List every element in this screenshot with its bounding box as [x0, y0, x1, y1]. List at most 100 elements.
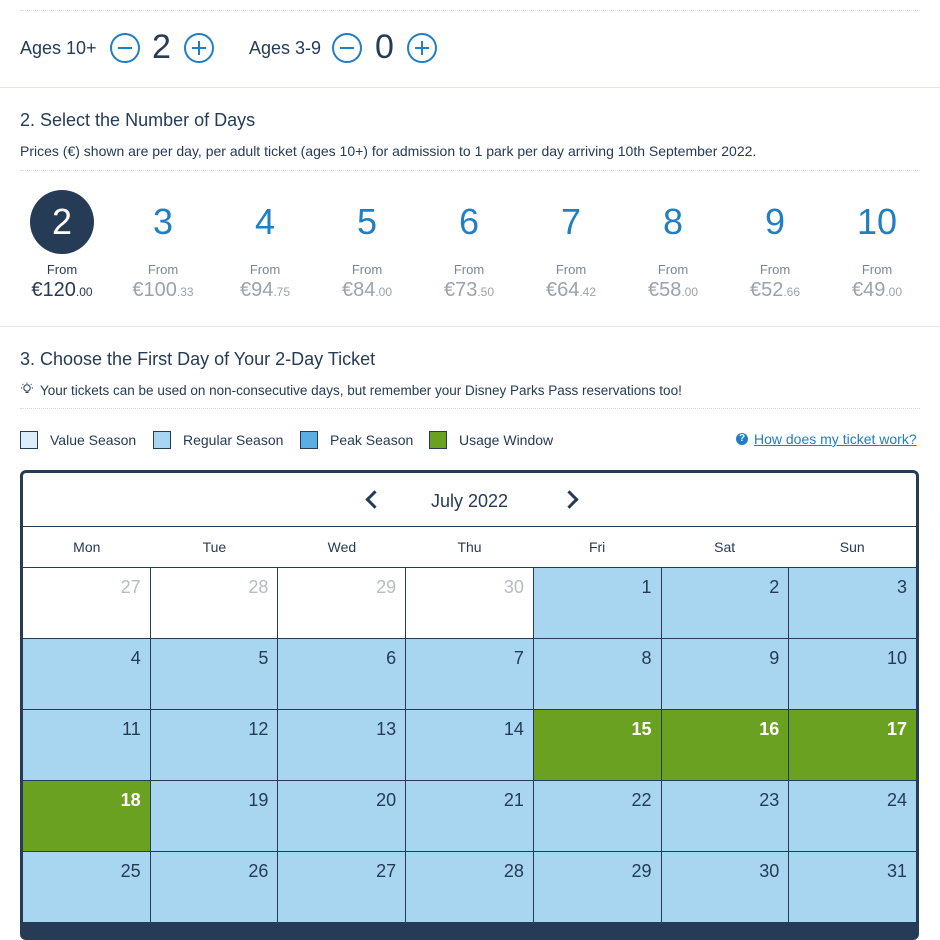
how-ticket-works-link[interactable]: How does my ticket work?: [754, 431, 917, 447]
day-option-7[interactable]: 7 From €64.42: [526, 190, 616, 302]
weekday-fri: Fri: [588, 539, 606, 555]
calendar-day[interactable]: 26: [150, 852, 278, 922]
calendar-day[interactable]: 18: [23, 781, 150, 851]
lightbulb-icon: [20, 382, 34, 399]
day-number: 7: [513, 648, 524, 668]
calendar-day[interactable]: 6: [278, 639, 406, 709]
legend-peak-season: Peak Season: [300, 430, 413, 450]
ticket-help[interactable]: ? How does my ticket work?: [736, 431, 917, 447]
calendar-day[interactable]: 14: [406, 710, 533, 780]
day-number: 27: [376, 861, 397, 881]
from-label: From: [555, 262, 587, 277]
calendar-day[interactable]: 29: [533, 852, 661, 922]
calendar-day[interactable]: 16: [661, 710, 789, 780]
from-label: From: [657, 262, 689, 277]
day-option-3[interactable]: 3 From €100.33: [118, 190, 208, 302]
child-count: 0: [375, 28, 394, 66]
price-euros: €73: [443, 279, 478, 301]
day-number: 10: [886, 648, 907, 668]
day-option-9[interactable]: 9 From €52.66: [730, 190, 820, 302]
day-number: 22: [631, 790, 652, 810]
day-number: 2: [769, 577, 780, 597]
calendar-day[interactable]: 21: [406, 781, 533, 851]
calendar-day[interactable]: 30: [661, 852, 789, 922]
day-number: 6: [386, 648, 397, 668]
calendar-day[interactable]: 2: [661, 568, 789, 638]
calendar-day: 27: [23, 568, 150, 638]
day-number: 15: [631, 719, 652, 739]
first-day-tip: Your tickets can be used on non-consecut…: [20, 382, 682, 399]
calendar-day[interactable]: 19: [150, 781, 278, 851]
day-option-4[interactable]: 4 From €94.75: [220, 190, 310, 302]
calendar-day[interactable]: 15: [533, 710, 661, 780]
day-number: 4: [130, 648, 141, 668]
weekday-thu: Thu: [457, 539, 482, 555]
weekday-sat: Sat: [714, 539, 736, 555]
calendar-day[interactable]: 22: [533, 781, 661, 851]
calendar-day: 30: [406, 568, 533, 638]
from-label: From: [147, 262, 179, 277]
day-number: 12: [248, 719, 269, 739]
calendar-day[interactable]: 27: [278, 852, 406, 922]
day-count: 2: [30, 190, 94, 254]
legend-regular-season: Regular Season: [153, 430, 283, 450]
calendar-day[interactable]: 28: [406, 852, 533, 922]
calendar-day[interactable]: 25: [23, 852, 150, 922]
day-option-6[interactable]: 6 From €73.50: [424, 190, 514, 302]
calendar-day[interactable]: 23: [661, 781, 789, 851]
day-count: 10: [856, 201, 898, 242]
adult-increase-button[interactable]: [184, 33, 214, 63]
calendar-day[interactable]: 24: [789, 781, 916, 851]
calendar-day[interactable]: 31: [789, 852, 916, 922]
calendar-day[interactable]: 4: [23, 639, 150, 709]
day-number: 5: [258, 648, 269, 668]
calendar-day[interactable]: 8: [533, 639, 661, 709]
day-count: 5: [356, 201, 378, 242]
price-cents: .00: [885, 285, 903, 299]
calendar-day[interactable]: 5: [150, 639, 278, 709]
calendar-day[interactable]: 11: [23, 710, 150, 780]
day-number: 8: [641, 648, 652, 668]
day-number: 28: [503, 861, 524, 881]
price-cents: .42: [579, 285, 597, 299]
price-cents: .50: [477, 285, 495, 299]
calendar-day[interactable]: 1: [533, 568, 661, 638]
day-number: 3: [896, 577, 907, 597]
calendar-day[interactable]: 13: [278, 710, 406, 780]
day-option-8[interactable]: 8 From €58.00: [628, 190, 718, 302]
adult-decrease-button[interactable]: [110, 33, 140, 63]
child-decrease-button[interactable]: [332, 33, 362, 63]
price: €120.00: [17, 279, 107, 302]
day-count: 6: [458, 201, 480, 242]
day-number: 24: [886, 790, 907, 810]
day-count: 4: [254, 201, 276, 242]
calendar-day: 28: [150, 568, 278, 638]
days-section-subtitle: Prices (€) shown are per day, per adult …: [20, 143, 757, 159]
day-option-10[interactable]: 10 From €49.00: [832, 190, 922, 302]
day-option-2[interactable]: 2 From €120.00: [17, 190, 107, 302]
price-cents: .00: [681, 285, 699, 299]
calendar-day[interactable]: 3: [789, 568, 916, 638]
day-option-5[interactable]: 5 From €84.00: [322, 190, 412, 302]
price-euros: €52: [749, 279, 784, 301]
day-count: 8: [662, 201, 684, 242]
legend-label: Usage Window: [459, 432, 554, 448]
calendar-day[interactable]: 10: [789, 639, 916, 709]
calendar-day[interactable]: 12: [150, 710, 278, 780]
calendar-day[interactable]: 7: [406, 639, 533, 709]
price-euros: €64: [545, 279, 580, 301]
legend-value-season: Value Season: [20, 430, 136, 450]
day-number: 13: [376, 719, 397, 739]
day-number: 31: [886, 861, 907, 881]
day-number: 1: [641, 577, 652, 597]
day-number: 26: [248, 861, 269, 881]
weekday-sun: Sun: [839, 539, 865, 555]
day-number: 21: [503, 790, 524, 810]
calendar-day[interactable]: 17: [789, 710, 916, 780]
from-label: From: [249, 262, 281, 277]
child-age-label: Ages 3-9: [249, 38, 322, 58]
first-day-section-title: 3. Choose the First Day of Your 2-Day Ti…: [20, 349, 376, 369]
calendar-day[interactable]: 20: [278, 781, 406, 851]
child-increase-button[interactable]: [407, 33, 437, 63]
calendar-day[interactable]: 9: [661, 639, 789, 709]
